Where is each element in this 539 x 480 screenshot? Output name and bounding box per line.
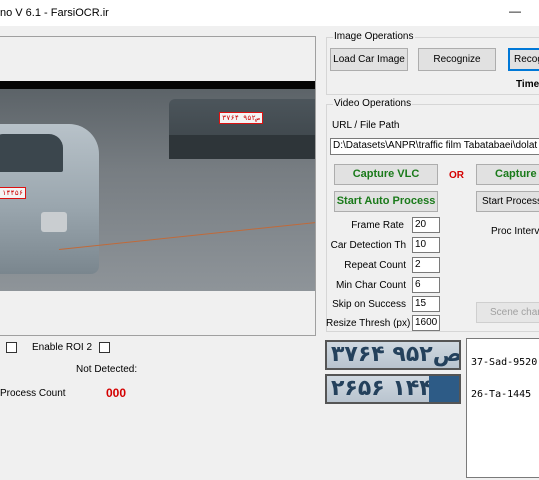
repeat-count-input[interactable]: 2 (412, 257, 440, 273)
video-letterbox (0, 81, 315, 89)
image-operations-title: Image Operations (333, 31, 415, 42)
resize-thresh-label: Resize Thresh (px) (326, 318, 411, 329)
start-auto-process-button[interactable]: Start Auto Process (334, 191, 438, 212)
plate-image-1: ۳۷ص۹۵۲ ۶۴ (325, 340, 461, 370)
min-char-count-label: Min Char Count (335, 280, 406, 291)
video-frame: ۳۷ص۹۵۲ ۶۴ ۱۴۴۵۶ (0, 81, 315, 291)
recognized-results-box[interactable]: 37-Sad-9520 26-Ta-1445 (466, 338, 539, 478)
plate-image-1-text: ۳۷ص۹۵۲ ۶۴ (331, 342, 461, 367)
roi2-checkbox-row[interactable]: Enable ROI 2 (32, 342, 110, 356)
car-detection-th-label: Car Detection Th (330, 240, 406, 251)
detected-plate-overlay: ۱۴۴۵۶ (0, 187, 27, 199)
result-line: 37-Sad-9520 (471, 357, 538, 368)
proc-interval-label: Proc Interva (491, 226, 539, 237)
road-scene (0, 89, 315, 291)
roi1-checkbox-row[interactable] (6, 342, 17, 356)
time-label: Time: (516, 79, 539, 90)
frame-rate-label: Frame Rate (351, 220, 404, 231)
resize-thresh-input[interactable]: 1600 (412, 315, 440, 331)
min-char-count-input[interactable]: 6 (412, 277, 440, 293)
detected-plate-overlay: ۳۷ص۹۵۲ ۶۴ (219, 112, 263, 124)
or-label: OR (449, 170, 464, 181)
enable-roi1-checkbox[interactable] (6, 342, 17, 353)
result-line: 26-Ta-1445 (471, 389, 532, 400)
title-bar: no V 6.1 - FarsiOCR.ir — (0, 0, 539, 26)
capture-button[interactable]: Capture (476, 164, 539, 185)
minimize-button[interactable]: — (506, 4, 524, 20)
video-panel: ۳۷ص۹۵۲ ۶۴ ۱۴۴۵۶ (0, 36, 316, 336)
car-detection-th-input[interactable]: 10 (412, 237, 440, 253)
process-count-label: Process Count (0, 388, 66, 399)
capture-vlc-button[interactable]: Capture VLC (334, 164, 438, 185)
url-label: URL / File Path (332, 120, 400, 131)
plate-region-box (429, 376, 459, 402)
repeat-count-label: Repeat Count (344, 260, 406, 271)
skip-on-success-label: Skip on Success (332, 299, 406, 310)
scene-change-button[interactable]: Scene char (476, 302, 539, 323)
window-title: no V 6.1 - FarsiOCR.ir (0, 7, 109, 19)
process-count-value: 000 (106, 386, 127, 400)
enable-roi2-checkbox[interactable] (98, 342, 110, 353)
skip-on-success-input[interactable]: 15 (412, 296, 440, 312)
frame-rate-input[interactable]: 20 (412, 217, 440, 233)
car-left (0, 124, 99, 274)
plate-image-2: ۲۶ط۱۴۴ ۵۶ (325, 374, 461, 404)
not-detected-label: Not Detected: (76, 364, 138, 375)
video-operations-title: Video Operations (333, 98, 413, 109)
enable-roi2-label: Enable ROI 2 (32, 342, 93, 354)
load-car-image-button[interactable]: Load Car Image (330, 48, 408, 71)
car-right (169, 99, 315, 159)
recognize-button[interactable]: Recognize (418, 48, 496, 71)
recognize-alt-button[interactable]: Recog (508, 48, 539, 71)
url-input[interactable]: D:\Datasets\ANPR\traffic film Tabatabaei… (330, 138, 539, 155)
start-processing-button[interactable]: Start Processin (476, 191, 539, 212)
